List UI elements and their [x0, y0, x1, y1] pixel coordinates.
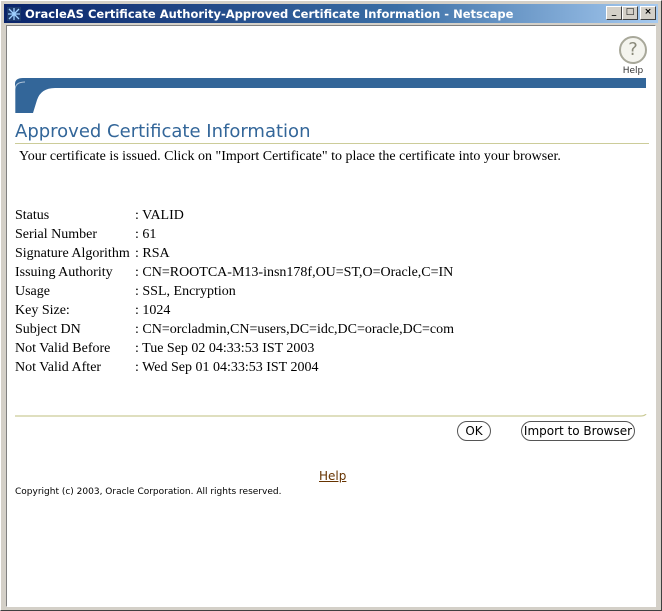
detail-value: : 1024 [135, 303, 171, 318]
detail-value: : 61 [135, 227, 157, 242]
title-divider [15, 143, 649, 144]
ok-button[interactable]: OK [457, 421, 491, 441]
netscape-icon [6, 6, 22, 22]
detail-value: : Wed Sep 01 04:33:53 IST 2004 [135, 360, 319, 375]
minimize-button[interactable]: _ [606, 6, 622, 20]
maximize-button[interactable]: □ [622, 6, 638, 20]
detail-label: Issuing Authority [15, 265, 113, 280]
detail-row-serial: Serial Number : 61 [15, 225, 454, 244]
help-icon[interactable]: ? [619, 36, 647, 64]
browser-window: OracleAS Certificate Authority-Approved … [0, 0, 662, 611]
detail-row-valid-before: Not Valid Before : Tue Sep 02 04:33:53 I… [15, 339, 454, 358]
detail-value: : VALID [135, 208, 184, 223]
detail-label: Not Valid After [15, 360, 102, 375]
detail-label: Serial Number [15, 227, 98, 242]
detail-value: : RSA [135, 246, 170, 261]
detail-label: Subject DN [15, 322, 81, 337]
detail-value: : Tue Sep 02 04:33:53 IST 2003 [135, 341, 315, 356]
detail-label: Key Size: [15, 303, 70, 318]
detail-row-subject: Subject DN : CN=orcladmin,CN=users,DC=id… [15, 320, 454, 339]
detail-label: Signature Algorithm [15, 246, 130, 261]
certificate-details: Status : VALID Serial Number : 61 Signat… [15, 206, 454, 377]
detail-label: Not Valid Before [15, 341, 111, 356]
footer-help-link[interactable]: Help [319, 469, 346, 483]
detail-row-status: Status : VALID [15, 206, 454, 225]
help-label[interactable]: Help [618, 66, 648, 76]
detail-label: Usage [15, 284, 50, 299]
intro-text: Your certificate is issued. Click on "Im… [19, 149, 561, 164]
header-banner [15, 78, 646, 113]
close-button[interactable]: × [640, 6, 656, 20]
detail-row-keysize: Key Size: : 1024 [15, 301, 454, 320]
detail-row-valid-after: Not Valid After : Wed Sep 01 04:33:53 IS… [15, 358, 454, 377]
copyright-text: Copyright (c) 2003, Oracle Corporation. … [15, 487, 282, 497]
detail-value: : CN=ROOTCA-M13-insn178f,OU=ST,O=Oracle,… [135, 265, 454, 280]
title-bar[interactable]: OracleAS Certificate Authority-Approved … [4, 4, 658, 23]
detail-value: : SSL, Encryption [135, 284, 236, 299]
page-title: Approved Certificate Information [15, 121, 311, 142]
detail-label: Status [15, 208, 50, 223]
help-top-link[interactable]: ? Help [618, 36, 648, 76]
detail-row-algorithm: Signature Algorithm : RSA [15, 244, 454, 263]
detail-value: : CN=orcladmin,CN=users,DC=idc,DC=oracle… [135, 322, 455, 337]
detail-row-issuer: Issuing Authority : CN=ROOTCA-M13-insn17… [15, 263, 454, 282]
page-content: ? Help Approved Certificate Information … [6, 25, 656, 607]
window-title: OracleAS Certificate Authority-Approved … [25, 6, 514, 21]
import-to-browser-button[interactable]: Import to Browser [521, 421, 635, 441]
detail-row-usage: Usage : SSL, Encryption [15, 282, 454, 301]
